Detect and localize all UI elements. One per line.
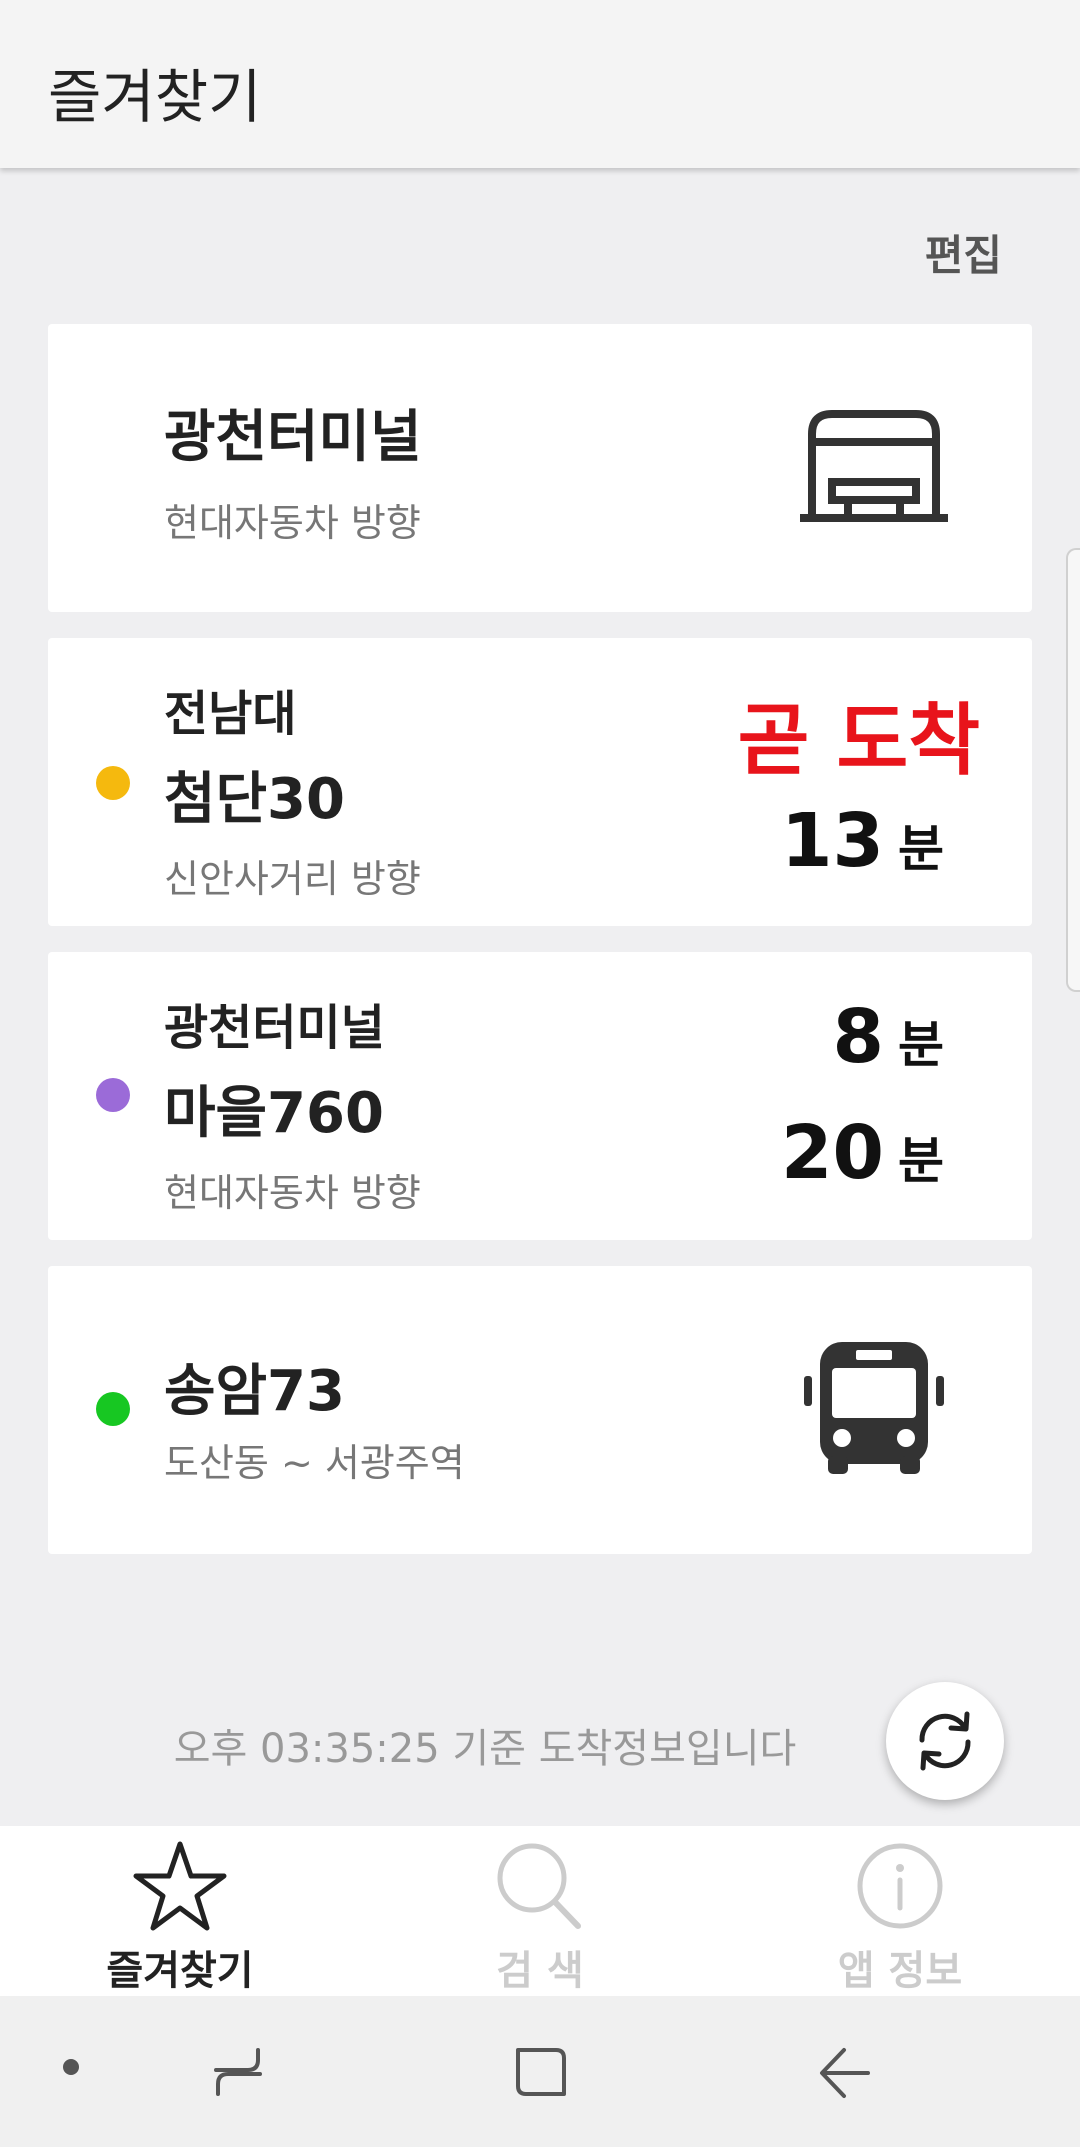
second-arrival: 20 분 <box>781 1110 944 1196</box>
nav-label: 앱 정보 <box>837 1948 963 1994</box>
star-icon <box>133 1841 227 1931</box>
favorite-stop-card[interactable]: 광천터미널 현대자동차 방향 <box>48 324 1032 612</box>
scroll-handle[interactable] <box>1066 548 1080 992</box>
home-icon[interactable] <box>512 2044 570 2102</box>
route-direction: 도산동 ~ 서광주역 <box>164 1441 465 1485</box>
nav-item-app-info[interactable]: 앱 정보 <box>720 1826 1080 1996</box>
route-color-dot <box>96 1078 130 1112</box>
favorite-route-card[interactable]: 광천터미널 마을760 현대자동차 방향 8분 20 분 <box>48 952 1032 1240</box>
arrival-unit: 분 <box>898 820 944 878</box>
app-bar: 즐겨찾기 <box>0 0 1080 168</box>
route-stop-name: 전남대 <box>164 686 297 742</box>
arrival-minutes: 8 <box>832 994 885 1080</box>
recent-apps-icon[interactable] <box>208 2044 268 2100</box>
route-number: 첨단30 <box>164 767 345 832</box>
stop-direction: 현대자동차 방향 <box>164 501 421 545</box>
back-icon[interactable] <box>814 2046 874 2100</box>
route-number: 마을760 <box>164 1081 384 1146</box>
dot-indicator-icon <box>63 2059 79 2075</box>
search-icon <box>497 1843 581 1929</box>
arrival-minutes: 13 <box>781 798 884 884</box>
arrival-minutes: 20 <box>781 1110 884 1196</box>
first-arrival: 8분 <box>833 994 945 1080</box>
route-direction: 현대자동차 방향 <box>164 1171 421 1215</box>
route-number: 송암73 <box>164 1359 345 1424</box>
nav-label: 검 색 <box>496 1948 584 1994</box>
nav-item-favorites[interactable]: 즐겨찾기 <box>0 1826 360 1996</box>
info-icon <box>857 1843 943 1929</box>
favorite-route-card[interactable]: 전남대 첨단30 신안사거리 방향 곧 도착 13 분 <box>48 638 1032 926</box>
route-color-dot <box>96 1392 130 1426</box>
refresh-icon <box>919 1711 971 1771</box>
route-direction: 신안사거리 방향 <box>164 857 421 901</box>
page-title: 즐겨찾기 <box>48 63 262 131</box>
favorite-route-card[interactable]: 송암73 도산동 ~ 서광주역 <box>48 1266 1032 1554</box>
arrival-unit: 분 <box>898 1016 944 1074</box>
first-arrival-text: 곧 도착 <box>737 696 980 786</box>
bus-stop-icon <box>800 410 948 522</box>
route-stop-name: 광천터미널 <box>164 1000 385 1056</box>
arrival-unit: 분 <box>898 1132 944 1190</box>
bus-icon <box>804 1342 944 1474</box>
update-timestamp: 오후 03:35:25 기준 도착정보입니다 <box>173 1726 797 1772</box>
bottom-nav: 즐겨찾기 검 색 앱 정보 <box>0 1826 1080 1996</box>
system-nav-bar <box>0 1996 1080 2147</box>
edit-button[interactable]: 편집 <box>925 222 1002 283</box>
nav-item-search[interactable]: 검 색 <box>360 1826 720 1996</box>
nav-label: 즐겨찾기 <box>106 1948 254 1994</box>
stop-name: 광천터미널 <box>164 405 422 470</box>
second-arrival: 13 분 <box>781 798 944 884</box>
refresh-button[interactable] <box>886 1682 1004 1800</box>
route-color-dot <box>96 766 130 800</box>
